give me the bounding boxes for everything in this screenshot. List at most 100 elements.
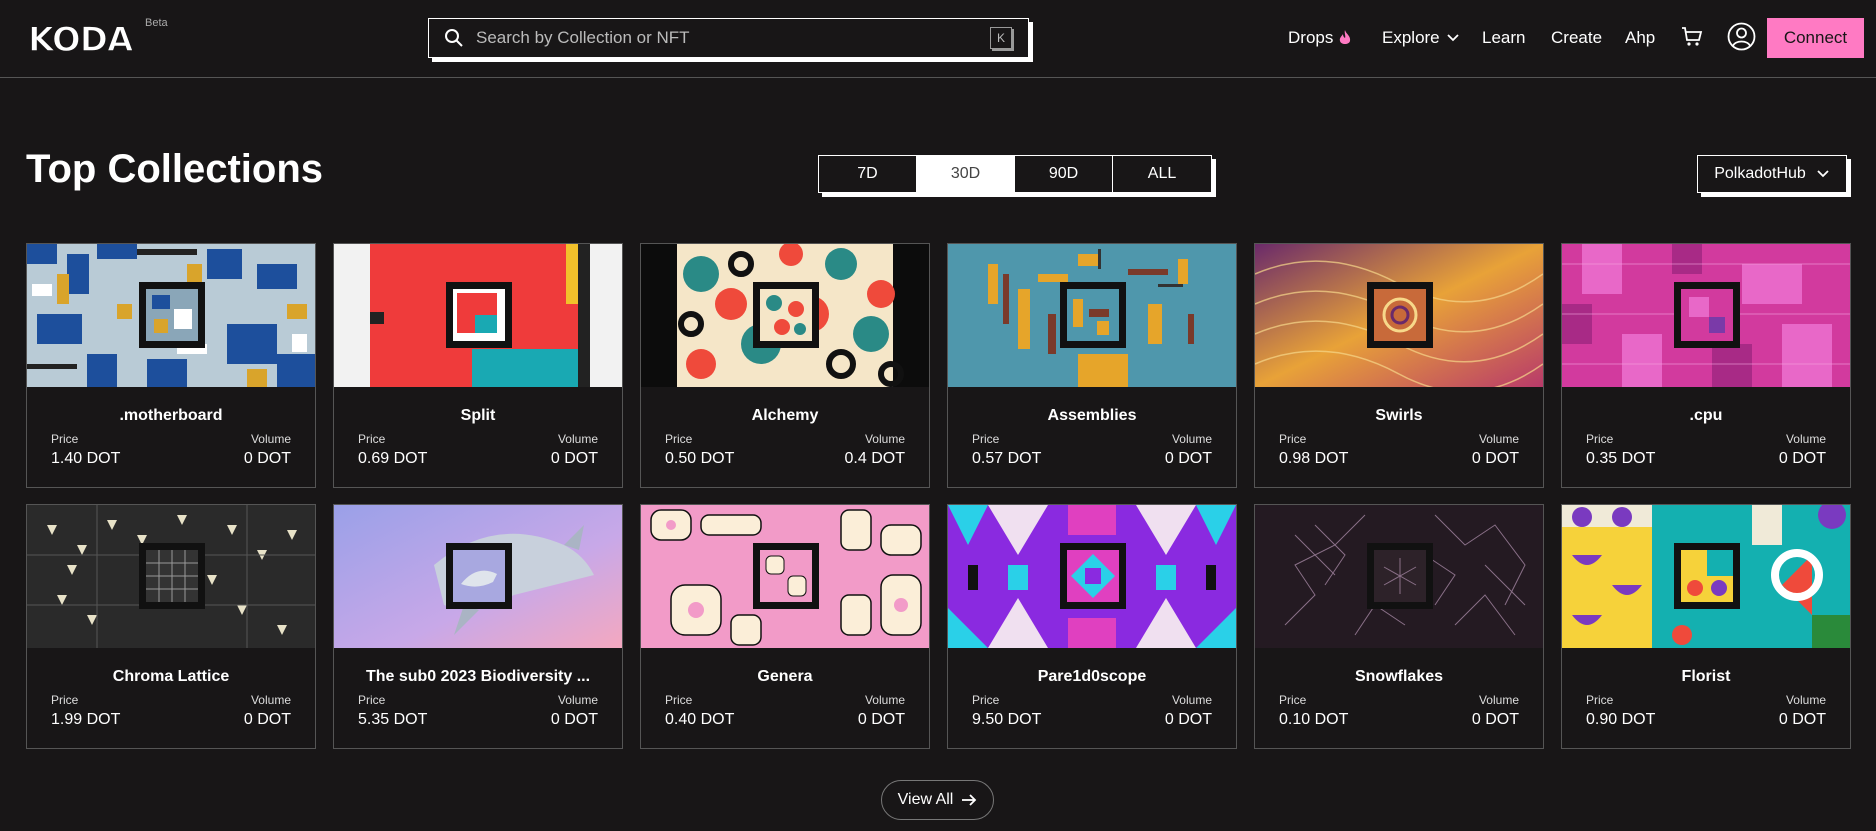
collection-card[interactable]: .motherboard Price Volume 1.40 DOT 0 DOT bbox=[26, 243, 316, 488]
collection-card[interactable]: Snowflakes Price Volume 0.10 DOT 0 DOT bbox=[1254, 504, 1544, 749]
collection-image bbox=[641, 505, 929, 648]
collection-image bbox=[641, 244, 929, 387]
nav-create[interactable]: Create bbox=[1551, 22, 1602, 54]
nav-drops[interactable]: Drops bbox=[1288, 22, 1351, 54]
price-value: 0.69 DOT bbox=[358, 450, 428, 467]
chain-select-label: PolkadotHub bbox=[1714, 165, 1806, 182]
volume-label: Volume bbox=[864, 432, 905, 446]
price-value: 1.40 DOT bbox=[51, 450, 121, 467]
volume-value: 0 DOT bbox=[1164, 450, 1212, 467]
search-bar[interactable]: K bbox=[428, 18, 1029, 58]
cart-icon[interactable] bbox=[1681, 26, 1703, 48]
volume-label: Volume bbox=[1478, 693, 1519, 707]
collection-name: Florist bbox=[1681, 668, 1731, 685]
price-value: 0.40 DOT bbox=[665, 711, 735, 728]
collection-image bbox=[948, 505, 1236, 648]
price-value: 5.35 DOT bbox=[358, 711, 428, 728]
profile-icon[interactable] bbox=[1727, 22, 1756, 51]
price-value: 0.35 DOT bbox=[1586, 450, 1656, 467]
top-nav: KODA Beta K Drops Explore Learn Create A… bbox=[0, 0, 1876, 78]
flame-icon bbox=[1340, 30, 1351, 44]
period-90d[interactable]: 90D bbox=[1015, 156, 1113, 192]
chevron-down-icon bbox=[1817, 170, 1829, 178]
price-label: Price bbox=[1586, 432, 1614, 446]
collection-card[interactable]: Genera Price Volume 0.40 DOT 0 DOT bbox=[640, 504, 930, 749]
collection-name: Chroma Lattice bbox=[112, 668, 230, 685]
collection-name: Snowflakes bbox=[1354, 668, 1444, 685]
price-label: Price bbox=[51, 432, 79, 446]
price-label: Price bbox=[358, 432, 386, 446]
collection-image bbox=[27, 244, 315, 387]
price-value: 1.99 DOT bbox=[51, 711, 121, 728]
collection-name: Genera bbox=[757, 668, 813, 685]
volume-label: Volume bbox=[557, 693, 598, 707]
collection-card[interactable]: .cpu Price Volume 0.35 DOT 0 DOT bbox=[1561, 243, 1851, 488]
collection-card[interactable]: Swirls Price Volume 0.98 DOT 0 DOT bbox=[1254, 243, 1544, 488]
search-icon bbox=[445, 29, 463, 47]
view-all-label: View All bbox=[897, 791, 954, 808]
nav-explore[interactable]: Explore bbox=[1382, 22, 1460, 54]
collection-card[interactable]: The sub0 2023 Biodiversity ... Price Vol… bbox=[333, 504, 623, 749]
price-label: Price bbox=[1279, 693, 1307, 707]
search-input[interactable] bbox=[476, 28, 990, 48]
price-label: Price bbox=[972, 432, 1000, 446]
volume-label: Volume bbox=[1171, 693, 1212, 707]
price-label: Price bbox=[665, 432, 693, 446]
collection-card[interactable]: Pare1d0scope Price Volume 9.50 DOT 0 DOT bbox=[947, 504, 1237, 749]
svg-text:KODA: KODA bbox=[28, 20, 134, 60]
collection-name: .motherboard bbox=[119, 407, 223, 424]
collection-image bbox=[1562, 244, 1850, 387]
price-value: 0.10 DOT bbox=[1279, 711, 1349, 728]
nav-learn-label: Learn bbox=[1482, 28, 1526, 47]
collection-image bbox=[334, 505, 622, 648]
koda-logo[interactable]: KODA bbox=[26, 18, 146, 60]
price-label: Price bbox=[665, 693, 693, 707]
connect-button[interactable]: Connect bbox=[1767, 18, 1864, 58]
nav-drops-label: Drops bbox=[1288, 28, 1334, 47]
period-30d[interactable]: 30D bbox=[917, 156, 1015, 192]
volume-label: Volume bbox=[1785, 432, 1826, 446]
volume-value: 0 DOT bbox=[1164, 711, 1212, 728]
collection-image bbox=[1562, 505, 1850, 648]
period-toggle: 7D 30D 90D ALL bbox=[818, 155, 1212, 193]
collection-image bbox=[948, 244, 1236, 387]
volume-value: 0 DOT bbox=[1471, 450, 1519, 467]
collection-image bbox=[1255, 505, 1543, 648]
collection-name: .cpu bbox=[1689, 407, 1723, 424]
price-value: 0.57 DOT bbox=[972, 450, 1042, 467]
nav-explore-label: Explore bbox=[1382, 28, 1440, 47]
collection-name: Split bbox=[460, 407, 496, 424]
period-all[interactable]: ALL bbox=[1113, 156, 1211, 192]
nav-ahp-label: Ahp bbox=[1625, 28, 1656, 47]
collections-grid: .motherboard Price Volume 1.40 DOT 0 DOT… bbox=[26, 243, 1851, 749]
collection-card[interactable]: Assemblies Price Volume 0.57 DOT 0 DOT bbox=[947, 243, 1237, 488]
collection-card[interactable]: Florist Price Volume 0.90 DOT 0 DOT bbox=[1561, 504, 1851, 749]
price-label: Price bbox=[1279, 432, 1307, 446]
nav-create-label: Create bbox=[1551, 28, 1603, 47]
price-value: 9.50 DOT bbox=[972, 711, 1042, 728]
collection-card[interactable]: Chroma Lattice Price Volume 1.99 DOT 0 D… bbox=[26, 504, 316, 749]
period-7d[interactable]: 7D bbox=[819, 156, 917, 192]
volume-value: 0 DOT bbox=[1778, 711, 1826, 728]
volume-value: 0.4 DOT bbox=[844, 450, 905, 467]
volume-label: Volume bbox=[1785, 693, 1826, 707]
collection-image bbox=[1255, 244, 1543, 387]
volume-value: 0 DOT bbox=[1471, 711, 1519, 728]
collection-card[interactable]: Alchemy Price Volume 0.50 DOT 0.4 DOT bbox=[640, 243, 930, 488]
chain-select[interactable]: PolkadotHub bbox=[1697, 155, 1847, 193]
chevron-down-icon bbox=[1447, 34, 1459, 42]
volume-value: 0 DOT bbox=[243, 711, 291, 728]
arrow-right-icon bbox=[962, 794, 977, 806]
collection-image bbox=[27, 505, 315, 648]
collection-name: Alchemy bbox=[751, 407, 819, 424]
volume-value: 0 DOT bbox=[1778, 450, 1826, 467]
volume-value: 0 DOT bbox=[243, 450, 291, 467]
price-label: Price bbox=[1586, 693, 1614, 707]
collection-name: Pare1d0scope bbox=[1037, 668, 1147, 685]
collection-card[interactable]: Split Price Volume 0.69 DOT 0 DOT bbox=[333, 243, 623, 488]
nav-ahp[interactable]: Ahp bbox=[1625, 22, 1655, 54]
nav-learn[interactable]: Learn bbox=[1482, 22, 1525, 54]
view-all-button[interactable]: View All bbox=[881, 780, 994, 820]
shortcut-key: K bbox=[990, 27, 1012, 49]
collection-name: Assemblies bbox=[1047, 407, 1137, 424]
